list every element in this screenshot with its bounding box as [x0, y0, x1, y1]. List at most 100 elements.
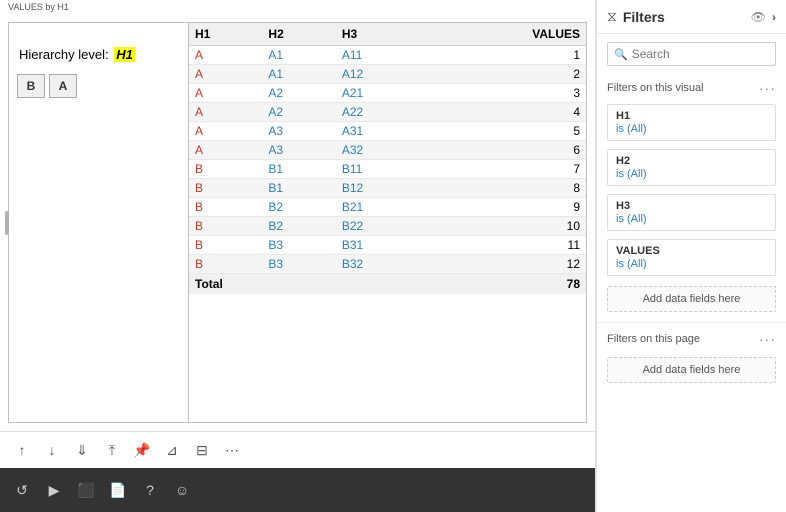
cell-h3: B11 [336, 160, 426, 179]
cell-h2: B1 [262, 179, 335, 198]
cell-h2: B1 [262, 160, 335, 179]
cell-h1: A [189, 122, 262, 141]
cell-val: 4 [425, 103, 586, 122]
data-table: H1 H2 H3 VALUES A A1 A11 1 A A1 A12 2 A … [189, 23, 586, 294]
cell-val: 5 [425, 122, 586, 141]
cell-h3: A32 [336, 141, 426, 160]
visual-container: Hierarchy level: H1 B A H1 H2 H3 VALUES [0, 14, 595, 431]
total-label: Total [189, 274, 425, 295]
cell-h2: A2 [262, 84, 335, 103]
col-values: VALUES [425, 23, 586, 46]
cell-h3: A11 [336, 46, 426, 65]
filters-visual-dots[interactable]: ··· [759, 80, 776, 96]
cell-h3: B32 [336, 255, 426, 274]
cell-h2: B3 [262, 255, 335, 274]
cell-h2: A2 [262, 103, 335, 122]
table-footer-row: Total 78 [189, 274, 586, 295]
search-input[interactable] [632, 47, 769, 61]
expand-visual-icon[interactable]: ⊟ [188, 436, 216, 464]
filter-h1-title: H1 [616, 110, 767, 122]
emoji-icon[interactable]: ☺ [168, 476, 196, 504]
help-icon[interactable]: ? [136, 476, 164, 504]
col-h3: H3 [336, 23, 426, 46]
drill-down-all-icon[interactable]: ⇓ [68, 436, 96, 464]
filter-h3-title: H3 [616, 200, 767, 212]
export-icon[interactable]: 📄 [104, 476, 132, 504]
cell-val: 6 [425, 141, 586, 160]
cell-h2: B3 [262, 236, 335, 255]
filter-card-values[interactable]: VALUES is (All) [607, 239, 776, 276]
left-panel: Hierarchy level: H1 B A [8, 22, 188, 423]
table-area: H1 H2 H3 VALUES A A1 A11 1 A A1 A12 2 A … [188, 22, 587, 423]
drill-down-icon[interactable]: ↓ [38, 436, 66, 464]
drill-toolbar: ↑ ↓ ⇓ ⤒ 📌 ⊿ ⊟ ⋯ [0, 431, 595, 468]
cell-h3: B21 [336, 198, 426, 217]
filter-card-h1[interactable]: H1 is (All) [607, 104, 776, 141]
drill-up-icon[interactable]: ↑ [8, 436, 36, 464]
filter-h2-title: H2 [616, 155, 767, 167]
cell-h2: A3 [262, 141, 335, 160]
play-icon[interactable]: ▶ [40, 476, 68, 504]
cell-h1: B [189, 198, 262, 217]
drill-btn-a[interactable]: A [49, 74, 77, 98]
table-row: A A1 A12 2 [189, 65, 586, 84]
cell-h3: B12 [336, 179, 426, 198]
cell-h2: A1 [262, 46, 335, 65]
search-box: 🔍 [607, 42, 776, 66]
table-row: A A3 A31 5 [189, 122, 586, 141]
hierarchy-prefix: Hierarchy level: [17, 47, 114, 62]
cell-h1: B [189, 179, 262, 198]
filter-h2-value: is (All) [616, 168, 767, 180]
cell-h3: A21 [336, 84, 426, 103]
reset-icon[interactable]: ↺ [8, 476, 36, 504]
cell-val: 10 [425, 217, 586, 236]
cell-h2: B2 [262, 217, 335, 236]
drill-buttons: B A [17, 74, 180, 98]
table-row: B B1 B11 7 [189, 160, 586, 179]
cell-val: 7 [425, 160, 586, 179]
more-options-drill-icon[interactable]: ⋯ [218, 436, 246, 464]
table-row: B B2 B22 10 [189, 217, 586, 236]
filters-header: ⧖ Filters 👁 › [597, 0, 786, 34]
cell-val: 12 [425, 255, 586, 274]
hierarchy-value: H1 [114, 47, 135, 62]
cell-val: 8 [425, 179, 586, 198]
filter-h1-value: is (All) [616, 123, 767, 135]
pin-icon[interactable]: 📌 [128, 436, 156, 464]
filter-values-title: VALUES [616, 245, 767, 257]
cell-h1: A [189, 103, 262, 122]
filter-values-value: is (All) [616, 258, 767, 270]
cell-h2: A1 [262, 65, 335, 84]
filter-icon: ⧖ [607, 8, 617, 25]
drill-expand-icon[interactable]: ⤒ [98, 436, 126, 464]
table-row: B B3 B32 12 [189, 255, 586, 274]
resize-handle-left[interactable] [5, 211, 9, 235]
add-data-visual-btn[interactable]: Add data fields here [607, 286, 776, 312]
filters-visual-section: Filters on this visual ··· [597, 74, 786, 100]
filter-card-h2[interactable]: H2 is (All) [607, 149, 776, 186]
drill-btn-b[interactable]: B [17, 74, 45, 98]
col-h2: H2 [262, 23, 335, 46]
filter-card-h3[interactable]: H3 is (All) [607, 194, 776, 231]
focus-icon[interactable]: ⬛ [72, 476, 100, 504]
table-row: B B3 B31 11 [189, 236, 586, 255]
main-toolbar: ↺ ▶ ⬛ 📄 ? ☺ [0, 468, 595, 512]
cell-h2: A3 [262, 122, 335, 141]
table-row: A A2 A21 3 [189, 84, 586, 103]
filter-h3-value: is (All) [616, 213, 767, 225]
table-row: A A3 A32 6 [189, 141, 586, 160]
filters-page-dots[interactable]: ··· [759, 331, 776, 347]
table-header-row: H1 H2 H3 VALUES [189, 23, 586, 46]
filters-expand-icon[interactable]: › [772, 10, 776, 24]
add-data-page-btn[interactable]: Add data fields here [607, 357, 776, 383]
visual-top-label: VALUES by H1 [0, 0, 595, 14]
cell-h2: B2 [262, 198, 335, 217]
filter-drill-icon[interactable]: ⊿ [158, 436, 186, 464]
cell-val: 11 [425, 236, 586, 255]
filters-title: Filters [623, 9, 745, 25]
table-row: A A2 A22 4 [189, 103, 586, 122]
cell-h1: A [189, 84, 262, 103]
filters-page-section: Filters on this page ··· [597, 322, 786, 351]
filters-page-label: Filters on this page [607, 333, 700, 345]
filters-eye-icon[interactable]: 👁 [751, 10, 766, 24]
